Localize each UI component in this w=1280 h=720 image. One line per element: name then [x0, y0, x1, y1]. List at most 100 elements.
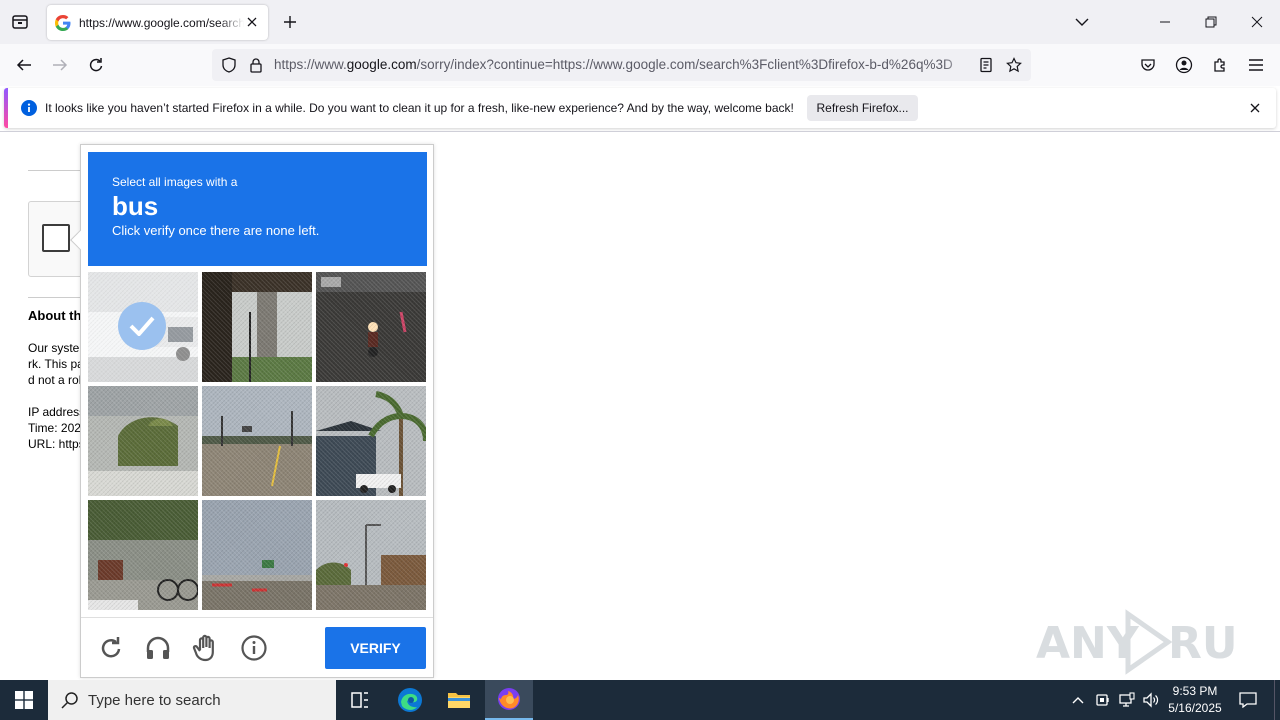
clock-date: 5/16/2025: [1168, 701, 1222, 715]
taskbar-clock[interactable]: 9:53 PM 5/16/2025: [1160, 683, 1230, 717]
account-icon: [1175, 56, 1193, 74]
image-tile[interactable]: [88, 272, 198, 382]
notification-close-button[interactable]: [1247, 100, 1263, 116]
pocket-icon: [1141, 59, 1155, 71]
body-line: d not a robot.: [28, 373, 80, 387]
chevron-up-icon: [1072, 697, 1084, 704]
edge-browser-icon: [398, 688, 422, 712]
navigation-toolbar: https://www.google.com/sorry/index?conti…: [0, 44, 1280, 86]
task-view-icon: [351, 692, 368, 708]
selected-checkmark-icon: [118, 302, 166, 350]
show-hidden-icons-button[interactable]: [1068, 690, 1088, 710]
folder-icon: [448, 693, 470, 708]
challenge-header: Select all images with a bus Click verif…: [88, 152, 427, 266]
url-text[interactable]: https://www.google.com/sorry/index?conti…: [274, 57, 970, 72]
extensions-button[interactable]: [1208, 53, 1232, 77]
forward-button[interactable]: [48, 53, 72, 77]
list-all-tabs-button[interactable]: [1072, 12, 1092, 32]
network-tray-icon[interactable]: [1117, 690, 1137, 710]
image-tile[interactable]: [316, 500, 426, 610]
instruction-text: Select all images with a: [112, 175, 238, 189]
tracking-protection-shield-icon[interactable]: [221, 57, 237, 73]
image-tile[interactable]: [202, 386, 312, 496]
image-tile[interactable]: [202, 272, 312, 382]
svg-text:RUN: RUN: [1168, 618, 1236, 669]
verify-button[interactable]: VERIFY: [325, 627, 426, 669]
svg-text:ANY: ANY: [1036, 618, 1140, 669]
volume-tray-icon[interactable]: [1141, 690, 1161, 710]
reader-view-button[interactable]: [978, 57, 994, 73]
image-grid: [88, 272, 427, 610]
reload-icon: [89, 58, 103, 72]
windows-taskbar: Type here to search 9:53 PM 5/16/2025: [0, 680, 1280, 720]
reload-icon: [101, 637, 121, 658]
tab-strip: https://www.google.com/search?client=fir…: [0, 0, 1280, 44]
puzzle-icon: [1214, 58, 1225, 72]
body-line: Our systems have detected unusual traffi…: [28, 341, 80, 355]
save-to-pocket-button[interactable]: [1136, 53, 1160, 77]
notification-accent: [4, 88, 8, 128]
restore-button[interactable]: [1199, 10, 1223, 34]
headphones-icon: [146, 636, 170, 659]
close-window-button[interactable]: [1245, 10, 1269, 34]
tab-close-button[interactable]: [244, 14, 260, 30]
notification-icon: [1239, 692, 1257, 708]
ip-line: IP address:: [28, 405, 80, 419]
bookmark-star-button[interactable]: [1006, 57, 1022, 73]
meet-now-tray-icon[interactable]: [1093, 690, 1113, 710]
taskbar-search-box[interactable]: Type here to search: [48, 680, 336, 720]
account-button[interactable]: [1172, 53, 1196, 77]
arrow-right-icon: [53, 59, 68, 71]
challenge-footer: VERIFY: [81, 617, 433, 677]
help-button[interactable]: [240, 634, 268, 662]
lock-icon[interactable]: [248, 57, 264, 73]
file-explorer-taskbar-button[interactable]: [435, 680, 483, 720]
task-view-button[interactable]: [336, 680, 384, 720]
info-icon: [241, 635, 267, 661]
speaker-icon: [1143, 692, 1159, 708]
image-tile[interactable]: [88, 500, 198, 610]
action-center-button[interactable]: [1232, 680, 1264, 720]
google-favicon-icon: [55, 14, 71, 31]
minimize-button[interactable]: [1153, 10, 1177, 34]
tab-google-search[interactable]: https://www.google.com/search?client=fir…: [47, 5, 268, 40]
star-icon: [1006, 57, 1022, 73]
recaptcha-checkbox[interactable]: [42, 224, 70, 252]
hamburger-menu-icon: [1249, 59, 1263, 71]
image-tile[interactable]: [202, 500, 312, 610]
search-icon: [60, 690, 80, 710]
refresh-firefox-notification: It looks like you haven’t started Firefo…: [4, 88, 1276, 128]
firefox-view-button[interactable]: [8, 10, 32, 34]
url-prefix: https://www.: [274, 57, 347, 72]
audio-challenge-button[interactable]: [144, 634, 172, 662]
app-menu-button[interactable]: [1244, 53, 1268, 77]
time-line: Time: 2025: [28, 421, 80, 435]
url-bar[interactable]: https://www.google.com/sorry/index?conti…: [212, 49, 1031, 81]
edge-taskbar-button[interactable]: [386, 680, 434, 720]
visual-challenge-button[interactable]: [192, 634, 220, 662]
image-tile[interactable]: [316, 386, 426, 496]
new-tab-button[interactable]: [280, 12, 300, 32]
back-button[interactable]: [12, 53, 36, 77]
device-icon: [1096, 694, 1109, 706]
info-icon: [21, 100, 37, 116]
image-tile[interactable]: [88, 386, 198, 496]
plus-icon: [284, 16, 296, 28]
firefox-taskbar-button[interactable]: [485, 680, 533, 720]
start-button[interactable]: [0, 680, 48, 720]
windows-logo-icon: [15, 691, 33, 709]
notification-message: It looks like you haven’t started Firefo…: [45, 101, 794, 115]
image-tile[interactable]: [316, 272, 426, 382]
firefox-icon: [498, 688, 520, 710]
hand-icon: [192, 634, 214, 662]
minimize-icon: [1160, 21, 1170, 23]
search-placeholder: Type here to search: [88, 691, 221, 709]
show-desktop-button[interactable]: [1274, 680, 1280, 720]
reload-button[interactable]: [84, 53, 108, 77]
body-line: rk. This page checks to see if it's real…: [28, 357, 80, 371]
refresh-firefox-button[interactable]: Refresh Firefox...: [807, 95, 918, 121]
clock-time: 9:53 PM: [1172, 684, 1218, 698]
arrow-left-icon: [16, 59, 31, 71]
tab-title: https://www.google.com/search?client=fir…: [79, 15, 244, 30]
reload-challenge-button[interactable]: [97, 634, 125, 662]
